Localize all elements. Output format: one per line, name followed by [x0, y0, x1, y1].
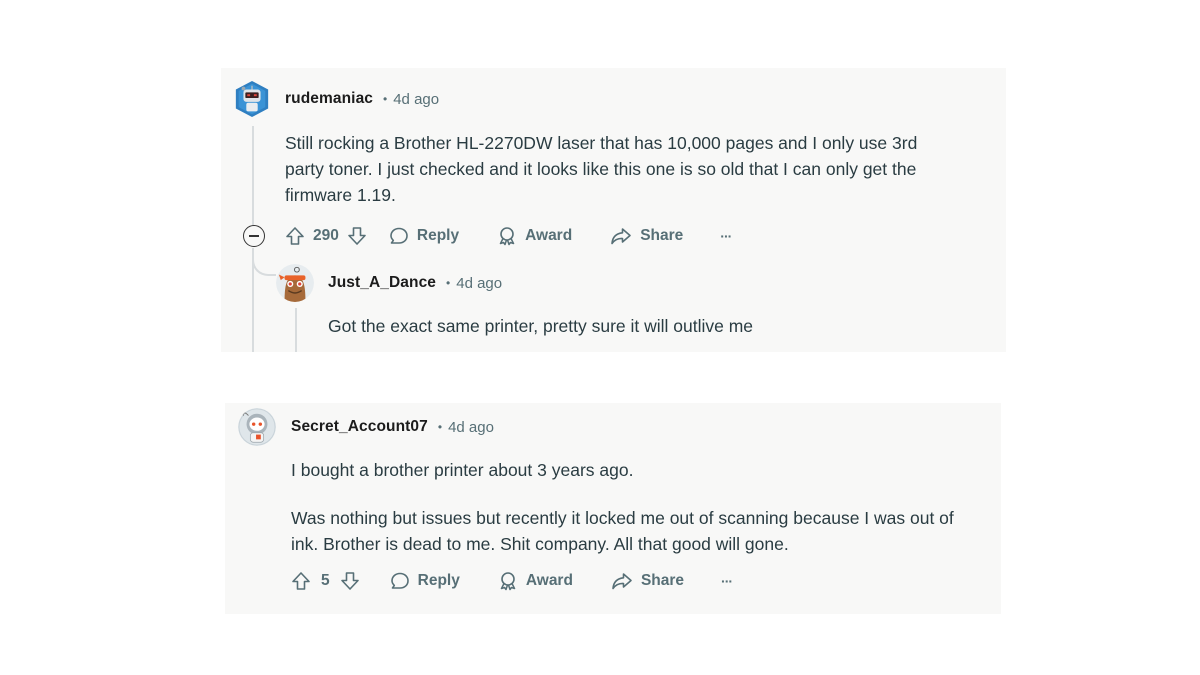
downvote-button[interactable]	[340, 571, 360, 591]
vote-count: 290	[313, 227, 339, 244]
minus-icon	[249, 235, 259, 237]
comment-body: I bought a brother printer about 3 years…	[291, 457, 981, 557]
share-label: Share	[640, 572, 685, 589]
downvote-arrow-icon	[340, 572, 359, 590]
thread-line[interactable]	[252, 126, 254, 228]
astronaut-avatar-icon	[238, 408, 276, 446]
ellipsis-icon: ···	[721, 573, 733, 589]
share-button[interactable]: Share	[611, 571, 684, 591]
reply-label: Reply	[417, 572, 460, 589]
comment-bubble-icon	[390, 572, 409, 589]
comment-card: Secret_Account07 • 4d ago I bought a bro…	[225, 403, 1001, 614]
award-ribbon-icon	[499, 227, 515, 246]
reply-avatar[interactable]	[276, 264, 314, 302]
upvote-arrow-icon	[292, 572, 310, 590]
comment-meta: Secret_Account07 • 4d ago	[291, 418, 494, 436]
robot-avatar-icon	[235, 80, 269, 118]
comment-body: Still rocking a Brother HL-2270DW laser …	[285, 130, 995, 208]
upvote-button[interactable]	[291, 571, 311, 591]
username[interactable]: rudemaniac	[285, 90, 373, 108]
share-arrow-icon	[611, 228, 631, 245]
separator-dot: •	[383, 92, 388, 106]
award-ribbon-icon	[500, 572, 516, 591]
vote-count: 5	[321, 572, 330, 589]
comment-line: party toner. I just checked and it looks…	[285, 159, 917, 179]
collapse-thread-button[interactable]	[243, 225, 265, 247]
comment-card: rudemaniac • 4d ago Still rocking a Brot…	[221, 68, 1006, 352]
reply-thread-line[interactable]	[295, 308, 297, 352]
comment-paragraph: I bought a brother printer about 3 years…	[291, 460, 634, 480]
comment-line: firmware 1.19.	[285, 185, 396, 205]
comment-line: Still rocking a Brother HL-2270DW laser …	[285, 133, 918, 153]
comment-actions: 290 Reply Award Share ···	[285, 222, 732, 250]
username[interactable]: Secret_Account07	[291, 418, 428, 436]
timestamp[interactable]: 4d ago	[448, 419, 494, 436]
award-label: Award	[525, 572, 573, 589]
comment-line: Got the exact same printer, pretty sure …	[328, 316, 754, 336]
upvote-arrow-icon	[286, 227, 304, 245]
comment-paragraph: Was nothing but issues but recently it l…	[291, 508, 954, 554]
separator-dot: •	[446, 276, 451, 290]
reply-connector	[252, 248, 276, 276]
ellipsis-icon: ···	[720, 228, 732, 244]
username[interactable]: Just_A_Dance	[328, 274, 436, 292]
reply-label: Reply	[416, 227, 460, 244]
downvote-arrow-icon	[348, 227, 366, 245]
reply-button[interactable]: Reply	[389, 226, 459, 246]
more-options-button[interactable]: ···	[721, 573, 733, 589]
award-button[interactable]: Award	[497, 226, 572, 246]
timestamp[interactable]: 4d ago	[456, 275, 502, 292]
reply-button[interactable]: Reply	[390, 571, 460, 591]
share-arrow-icon	[612, 573, 632, 590]
comment-meta: rudemaniac • 4d ago	[285, 90, 439, 108]
share-button[interactable]: Share	[610, 226, 683, 246]
downvote-button[interactable]	[347, 226, 367, 246]
avatar[interactable]	[233, 80, 271, 118]
share-label: Share	[640, 227, 684, 244]
pirate-avatar-icon	[276, 264, 314, 302]
comment-actions: 5 Reply Award Share ···	[291, 567, 733, 595]
separator-dot: •	[437, 420, 443, 434]
timestamp[interactable]: 4d ago	[393, 91, 439, 108]
award-label: Award	[525, 227, 573, 244]
comment-bubble-icon	[390, 227, 408, 244]
award-button[interactable]: Award	[498, 571, 573, 591]
avatar[interactable]	[238, 408, 276, 446]
upvote-button[interactable]	[285, 226, 305, 246]
more-options-button[interactable]: ···	[720, 228, 732, 244]
reply-meta: Just_A_Dance • 4d ago	[328, 274, 502, 292]
reply-body: Got the exact same printer, pretty sure …	[328, 313, 988, 339]
